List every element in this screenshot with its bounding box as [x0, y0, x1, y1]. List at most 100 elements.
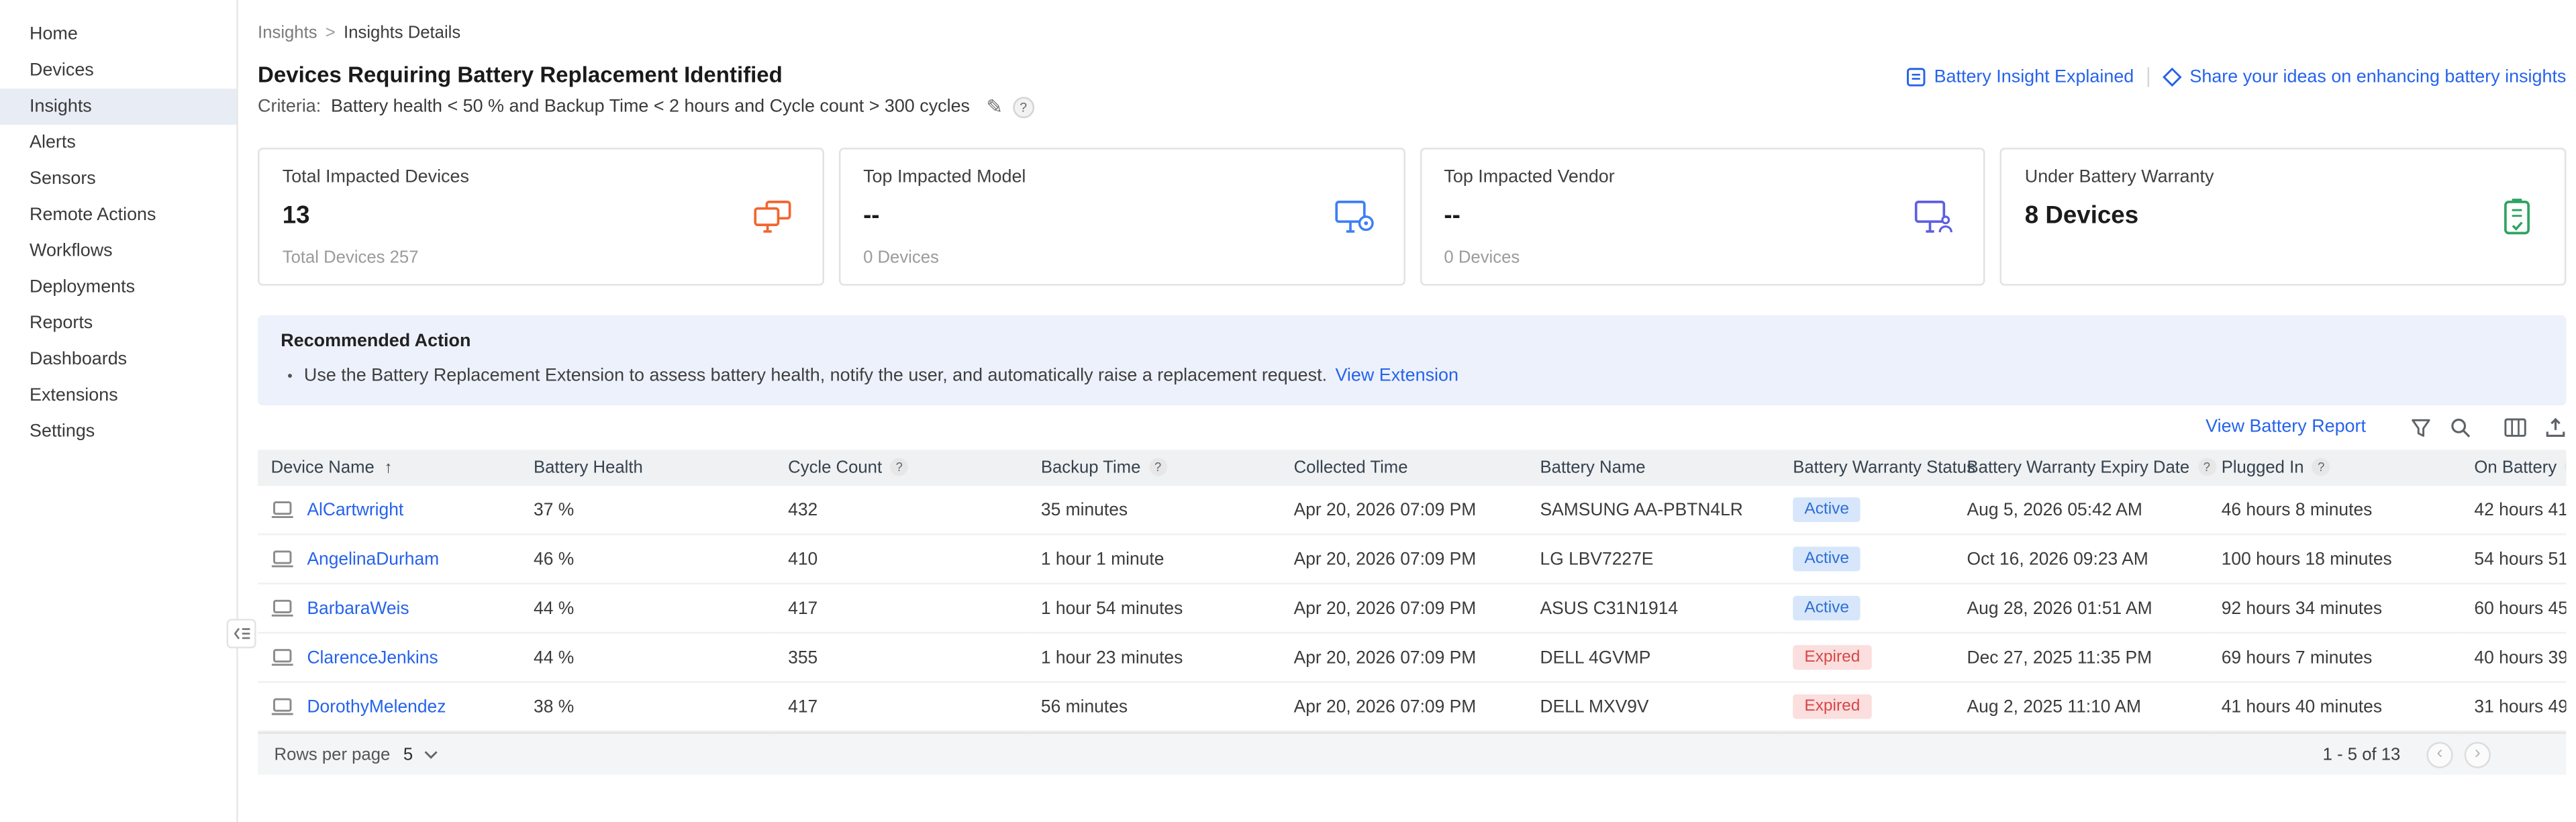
- col-battery-name[interactable]: Battery Name: [1527, 450, 1780, 486]
- filter-icon[interactable]: [2410, 416, 2432, 438]
- battery-name-cell: ASUS C31N1914: [1527, 584, 1780, 633]
- cycle-count-cell: 410: [775, 534, 1028, 583]
- card-value: 13: [283, 202, 799, 230]
- sidebar-item-remote-actions[interactable]: Remote Actions: [0, 197, 236, 234]
- collapse-icon: [232, 625, 250, 641]
- backup-time-cell: 1 hour 54 minutes: [1028, 584, 1281, 633]
- device-name-cell: BarbaraWeis: [258, 584, 520, 633]
- device-name-link[interactable]: AngelinaDurham: [307, 549, 439, 568]
- table-row: AlCartwright 37 % 432 35 minutes Apr 20,…: [258, 486, 2566, 534]
- warranty-status-badge: Active: [1793, 596, 1861, 621]
- main-content: Insights>Insights Details Devices Requir…: [238, 0, 2576, 822]
- bullet: •: [287, 368, 293, 384]
- next-page-button[interactable]: ›: [2465, 741, 2491, 767]
- col-plugged-in[interactable]: Plugged In?: [2208, 450, 2461, 486]
- collected-time-cell: Apr 20, 2026 07:09 PM: [1281, 534, 1527, 583]
- col-warranty-status[interactable]: Battery Warranty Status: [1780, 450, 1954, 486]
- prev-page-button[interactable]: ‹: [2426, 741, 2453, 767]
- col-warranty-expiry[interactable]: Battery Warranty Expiry Date?: [1954, 450, 2208, 486]
- plugged-in-cell: 46 hours 8 minutes: [2208, 486, 2461, 534]
- device-name-cell: AngelinaDurham: [258, 534, 520, 583]
- breadcrumb-parent[interactable]: Insights: [258, 23, 317, 42]
- sidebar-item-dashboards[interactable]: Dashboards: [0, 342, 236, 378]
- chevron-down-icon[interactable]: [424, 750, 439, 760]
- device-name-cell: AlCartwright: [258, 486, 520, 534]
- battery-health-cell: 46 %: [520, 534, 775, 583]
- card-under-battery-warranty: Under Battery Warranty 8 Devices: [2000, 148, 2566, 285]
- impacted-vendor-icon: [1913, 199, 1954, 244]
- collected-time-cell: Apr 20, 2026 07:09 PM: [1281, 584, 1527, 633]
- column-settings-icon[interactable]: [2504, 416, 2526, 438]
- device-name-cell: DorothyMelendez: [258, 682, 520, 731]
- backup-time-cell: 1 hour 1 minute: [1028, 534, 1281, 583]
- help-icon[interactable]: ?: [2312, 458, 2330, 476]
- view-battery-report-link[interactable]: View Battery Report: [2206, 417, 2366, 436]
- share-ideas-label: Share your ideas on enhancing battery in…: [2189, 67, 2566, 87]
- battery-name-cell: LG LBV7227E: [1527, 534, 1780, 583]
- warranty-expiry-cell: Dec 27, 2025 11:35 PM: [1954, 633, 2208, 682]
- export-icon[interactable]: [2545, 416, 2567, 438]
- plugged-in-cell: 41 hours 40 minutes: [2208, 682, 2461, 731]
- col-device-name[interactable]: Device Name↑: [258, 450, 520, 486]
- on-battery-cell: 31 hours 49 minutes: [2461, 682, 2567, 731]
- help-icon[interactable]: ?: [1149, 458, 1167, 476]
- battery-name-cell: DELL 4GVMP: [1527, 633, 1780, 682]
- card-top-impacted-vendor: Top Impacted Vendor -- 0 Devices: [1420, 148, 1985, 285]
- sidebar-item-workflows[interactable]: Workflows: [0, 233, 236, 269]
- on-battery-cell: 54 hours 51 minutes: [2461, 534, 2567, 583]
- backup-time-cell: 35 minutes: [1028, 486, 1281, 534]
- table-footer: Rows per page 5 1 - 5 of 13 ‹ ›: [258, 732, 2566, 775]
- cycle-count-cell: 432: [775, 486, 1028, 534]
- card-title: Total Impacted Devices: [283, 168, 799, 187]
- help-icon[interactable]: ?: [890, 458, 908, 476]
- sidebar-item-insights[interactable]: Insights: [0, 89, 236, 125]
- col-cycle-count[interactable]: Cycle Count?: [775, 450, 1028, 486]
- col-backup-time[interactable]: Backup Time?: [1028, 450, 1281, 486]
- warranty-expiry-cell: Aug 5, 2026 05:42 AM: [1954, 486, 2208, 534]
- rows-per-page-label: Rows per page: [275, 744, 391, 764]
- cycle-count-cell: 417: [775, 584, 1028, 633]
- share-ideas-link[interactable]: Share your ideas on enhancing battery in…: [2162, 67, 2567, 87]
- sidebar-collapse-toggle[interactable]: [227, 619, 256, 648]
- card-title: Top Impacted Vendor: [1444, 168, 1961, 187]
- col-on-battery[interactable]: On Battery?: [2461, 450, 2567, 486]
- warranty-status-badge: Active: [1793, 547, 1861, 572]
- card-title: Under Battery Warranty: [2025, 168, 2542, 187]
- help-icon[interactable]: ?: [2565, 458, 2566, 476]
- edit-criteria-icon[interactable]: ✎: [986, 95, 1003, 118]
- sidebar-item-settings[interactable]: Settings: [0, 413, 236, 450]
- header-links: Battery Insight Explained Share your ide…: [1906, 67, 2566, 87]
- sidebar-item-sensors[interactable]: Sensors: [0, 161, 236, 197]
- sidebar-item-devices[interactable]: Devices: [0, 52, 236, 89]
- sort-asc-icon[interactable]: ↑: [384, 460, 392, 478]
- on-battery-cell: 42 hours 41 minutes: [2461, 486, 2567, 534]
- rows-per-page-value[interactable]: 5: [403, 744, 413, 764]
- help-icon[interactable]: ?: [2197, 458, 2216, 476]
- battery-insight-explained-link[interactable]: Battery Insight Explained: [1906, 67, 2134, 87]
- recommended-action-text: Use the Battery Replacement Extension to…: [304, 366, 1458, 386]
- criteria-text: Battery health < 50 % and Backup Time < …: [331, 97, 970, 116]
- device-name-link[interactable]: ClarenceJenkins: [307, 648, 438, 667]
- device-name-link[interactable]: DorothyMelendez: [307, 697, 446, 716]
- col-battery-health[interactable]: Battery Health: [520, 450, 775, 486]
- battery-name-cell: DELL MXV9V: [1527, 682, 1780, 731]
- criteria-help-icon[interactable]: ?: [1013, 96, 1034, 117]
- device-name-link[interactable]: AlCartwright: [307, 500, 403, 519]
- view-extension-link[interactable]: View Extension: [1335, 366, 1458, 386]
- sidebar-item-home[interactable]: Home: [0, 16, 236, 52]
- stat-cards: Total Impacted Devices 13 Total Devices …: [258, 148, 2566, 285]
- col-collected-time[interactable]: Collected Time: [1281, 450, 1527, 486]
- search-icon[interactable]: [2450, 416, 2471, 438]
- battery-health-cell: 37 %: [520, 486, 775, 534]
- table-row: AngelinaDurham 46 % 410 1 hour 1 minute …: [258, 534, 2566, 583]
- cycle-count-cell: 355: [775, 633, 1028, 682]
- sidebar-item-alerts[interactable]: Alerts: [0, 125, 236, 161]
- sidebar: Home Devices Insights Alerts Sensors Rem…: [0, 0, 238, 822]
- sidebar-item-deployments[interactable]: Deployments: [0, 269, 236, 305]
- sidebar-item-extensions[interactable]: Extensions: [0, 378, 236, 414]
- sidebar-item-reports[interactable]: Reports: [0, 305, 236, 342]
- card-value: --: [1444, 202, 1961, 230]
- device-name-link[interactable]: BarbaraWeis: [307, 599, 409, 618]
- table-header-row: Device Name↑ Battery Health Cycle Count?…: [258, 450, 2566, 486]
- app-screen: Home Devices Insights Alerts Sensors Rem…: [0, 0, 2576, 822]
